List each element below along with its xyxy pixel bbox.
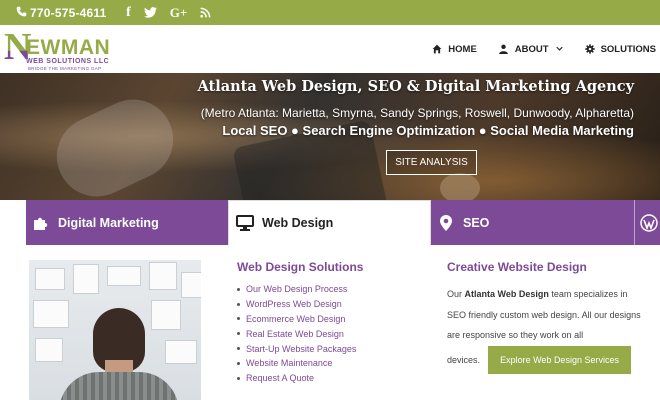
gear-icon xyxy=(584,44,595,54)
tab-web-design[interactable]: Web Design xyxy=(228,200,431,245)
phone-number[interactable]: 770-575-4611 xyxy=(30,6,106,20)
list-item[interactable]: Our Web Design Process xyxy=(237,282,437,297)
wall-sketch xyxy=(107,266,141,286)
creative-description: Our Atlanta Web Design team specializes … xyxy=(447,284,647,346)
creative-text-end: devices. xyxy=(447,354,481,365)
wall-sketch xyxy=(151,300,181,330)
person-shirt xyxy=(59,372,179,400)
tab-wordpress[interactable] xyxy=(634,200,660,245)
wall-sketch xyxy=(181,272,201,298)
explore-web-design-button[interactable]: Explore Web Design Services xyxy=(488,345,632,374)
creative-text-bold: Atlanta Web Design xyxy=(464,289,549,299)
wall-sketch xyxy=(33,300,69,328)
link-label: WordPress Web Design xyxy=(246,299,342,310)
bullet xyxy=(237,287,240,291)
tab-digital-marketing[interactable]: Digital Marketing xyxy=(26,200,228,245)
bullet xyxy=(237,332,240,336)
logo-tagline: BRIDGE THE MARKETING GAP xyxy=(28,66,102,71)
nav-about-label: ABOUT xyxy=(514,43,549,55)
logo-subtitle: WEB SOLUTIONS LLC xyxy=(26,58,110,65)
site-analysis-button[interactable]: SITE ANALYSIS xyxy=(386,150,477,175)
web-design-solutions: Web Design Solutions Our Web Design Proc… xyxy=(237,260,437,386)
web-design-solutions-heading: Web Design Solutions xyxy=(237,260,364,274)
nav-about[interactable]: ABOUT xyxy=(499,44,563,55)
bullet xyxy=(237,361,240,365)
hero-services: Local SEO ● Search Engine Optimization ●… xyxy=(222,123,634,138)
web-designer-photo xyxy=(29,260,201,400)
list-item[interactable]: Real Estate Web Design xyxy=(237,326,437,341)
twitter-icon[interactable] xyxy=(143,6,157,20)
rss-icon[interactable] xyxy=(199,6,211,20)
phone-icon xyxy=(16,6,28,20)
newman-logo[interactable]: N N EWMAN WEB SOLUTIONS LLC BRIDGE THE M… xyxy=(4,28,122,72)
list-item[interactable]: Start-Up Website Packages xyxy=(237,341,437,356)
link-label: Ecommerce Web Design xyxy=(246,313,346,324)
facebook-icon[interactable]: f xyxy=(124,5,132,20)
site-header: N N EWMAN WEB SOLUTIONS LLC BRIDGE THE M… xyxy=(0,25,660,73)
monitor-icon xyxy=(236,214,254,232)
nav-home[interactable]: HOME xyxy=(432,44,477,55)
logo-brand: EWMAN xyxy=(26,36,111,59)
service-tabs: Digital Marketing Web Design SEO xyxy=(26,200,660,245)
nav-home-label: HOME xyxy=(448,43,477,55)
top-bar: 770-575-4611 f G+ xyxy=(0,0,660,25)
bullet xyxy=(237,302,240,306)
bullet xyxy=(237,317,240,321)
tab-digital-marketing-label: Digital Marketing xyxy=(58,215,159,230)
chevron-down-icon xyxy=(555,46,563,53)
hero-title: Atlanta Web Design, SEO & Digital Market… xyxy=(197,78,634,95)
link-label: Website Maintenance xyxy=(246,358,333,369)
list-item[interactable]: Ecommerce Web Design xyxy=(237,312,437,327)
creative-heading: Creative Website Design xyxy=(447,260,587,274)
location-pin-icon xyxy=(437,214,455,232)
hero-banner: Atlanta Web Design, SEO & Digital Market… xyxy=(0,73,660,200)
web-design-links: Our Web Design Process WordPress Web Des… xyxy=(237,282,437,386)
bullet xyxy=(237,347,240,351)
link-label: Real Estate Web Design xyxy=(246,328,344,339)
link-label: Our Web Design Process xyxy=(246,284,348,295)
list-item[interactable]: WordPress Web Design xyxy=(237,297,437,312)
list-item[interactable]: Request A Quote xyxy=(237,371,437,386)
tab-seo-label: SEO xyxy=(463,215,490,230)
link-label: Request A Quote xyxy=(246,373,315,384)
tab-seo[interactable]: SEO xyxy=(431,200,634,245)
tab-web-design-label: Web Design xyxy=(262,216,334,230)
wall-sketch xyxy=(165,340,197,364)
wall-sketch xyxy=(35,268,65,290)
home-icon xyxy=(432,44,442,54)
google-plus-icon[interactable]: G+ xyxy=(168,5,188,20)
nav-solutions-label: SOLUTIONS xyxy=(600,43,656,55)
creative-cta-row: devices. Explore Web Design Services xyxy=(447,345,647,374)
link-label: Start-Up Website Packages xyxy=(246,343,357,354)
wall-sketch xyxy=(73,264,99,294)
wall-sketch xyxy=(35,338,63,362)
nav-solutions[interactable]: SOLUTIONS xyxy=(584,43,656,55)
hero-subtitle: (Metro Atlanta: Marietta, Smyrna, Sandy … xyxy=(200,106,634,120)
wall-sketch xyxy=(149,262,177,290)
bullet xyxy=(237,376,240,380)
puzzle-icon xyxy=(32,214,50,232)
creative-website-design: Creative Website Design Our Atlanta Web … xyxy=(447,260,647,374)
main-nav: HOME ABOUT SOLUTIONS xyxy=(432,25,656,73)
wordpress-icon xyxy=(640,213,658,232)
user-icon xyxy=(499,44,509,54)
list-item[interactable]: Website Maintenance xyxy=(237,356,437,371)
creative-text-before: Our xyxy=(447,289,465,299)
social-links: f G+ xyxy=(124,5,211,20)
